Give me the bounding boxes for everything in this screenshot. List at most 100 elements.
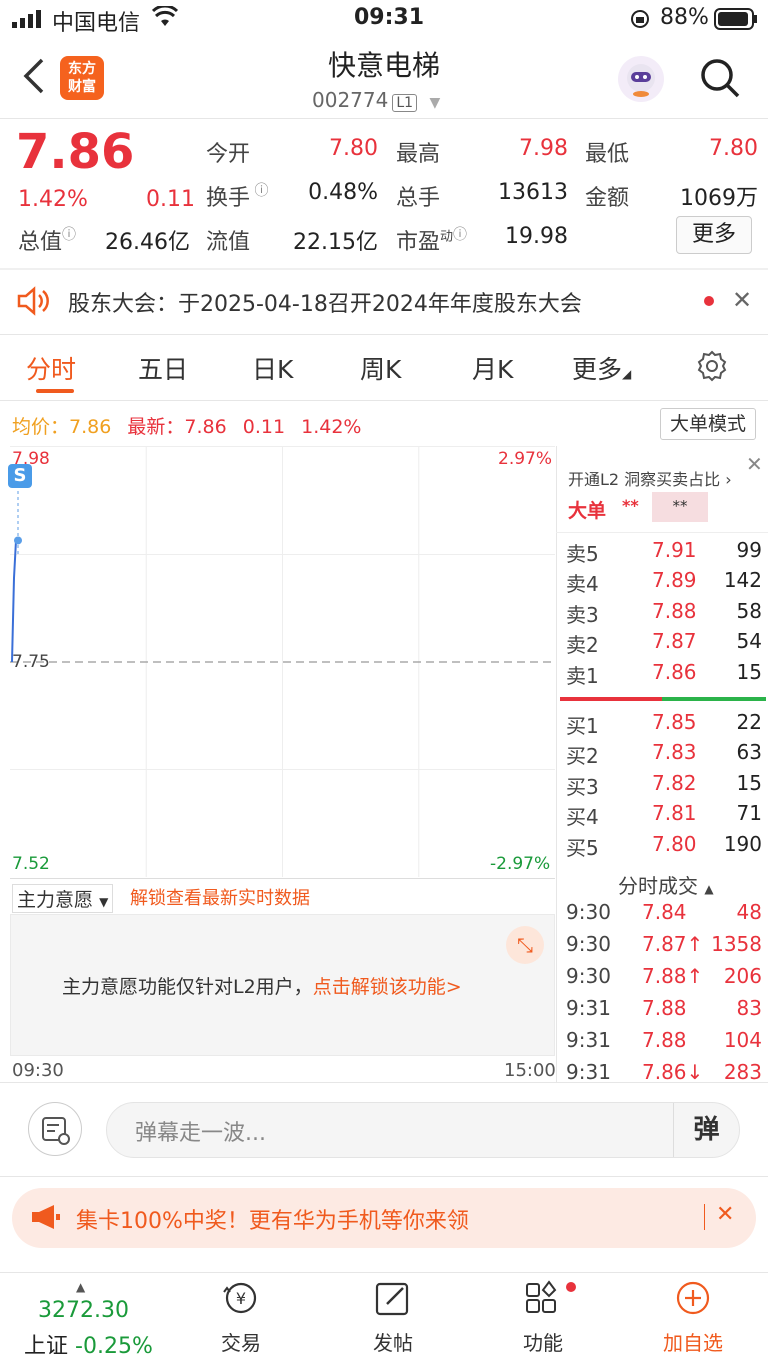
rotation-lock-icon <box>630 9 650 35</box>
info-icon: ⓘ <box>250 183 269 199</box>
trade-time: 9:30 <box>566 932 611 956</box>
danmu-input[interactable]: 弹幕走一波... 弹 <box>106 1102 740 1158</box>
float-value: 22.15亿 <box>293 230 378 255</box>
tab-intraday[interactable]: 分时 <box>26 350 76 386</box>
notification-dot <box>566 1282 576 1292</box>
mktcap-label[interactable]: 总值ⓘ <box>18 224 76 256</box>
ask-row: 卖2 7.87 54 <box>566 629 762 659</box>
danmu-list-icon[interactable] <box>28 1102 82 1156</box>
main-force-message[interactable]: 主力意愿功能仅针对L2用户，点击解锁该功能> <box>62 972 462 999</box>
stock-code: 002774 <box>312 88 389 112</box>
main-force-dropdown[interactable]: 主力意愿 ▼ <box>12 884 114 913</box>
trade-price: 7.88 <box>642 996 687 1020</box>
nav-add-watchlist[interactable]: 加自选 <box>656 1280 730 1356</box>
latest-point <box>14 536 22 545</box>
close-icon[interactable]: ✕ <box>746 452 763 476</box>
pe-value: 19.98 <box>505 224 568 249</box>
intraday-chart[interactable] <box>10 446 555 877</box>
promo-banner[interactable]: 集卡100%中奖！更有华为手机等你来领 ✕ <box>12 1188 756 1248</box>
expand-icon[interactable]: ⤡ <box>506 926 544 964</box>
unread-dot <box>704 296 714 306</box>
more-button[interactable]: 更多 <box>676 216 752 254</box>
battery-icon <box>714 8 758 36</box>
trade-row: 9:30 7.88↑ 206 <box>566 964 762 996</box>
bid-price: 7.80 <box>652 831 697 856</box>
trades-title[interactable]: 分时成交 ▲ <box>618 870 714 899</box>
change-amount: 0.11 <box>146 187 195 212</box>
battery-percent: 88% <box>660 5 709 30</box>
high-value: 7.98 <box>519 136 568 161</box>
trade-time: 9:30 <box>566 900 611 924</box>
turnover-value: 0.48% <box>308 180 378 205</box>
bid-volume: 190 <box>723 831 762 856</box>
ask-price: 7.86 <box>652 659 697 684</box>
trade-row: 9:31 7.88 104 <box>566 1028 762 1060</box>
ask-price: 7.89 <box>652 568 697 593</box>
nav-trade[interactable]: ¥ 交易 <box>210 1280 272 1356</box>
pct-bottom-label: -2.97% <box>490 854 551 874</box>
bid-volume: 15 <box>736 770 762 795</box>
clock: 09:31 <box>354 5 425 30</box>
tab-five-day[interactable]: 五日 <box>138 350 188 386</box>
open-value: 7.80 <box>329 136 378 161</box>
trade-volume: 48 <box>736 900 762 924</box>
turnover-label[interactable]: 换手 ⓘ <box>206 180 268 212</box>
l2-promo-link[interactable]: 开通L2 洞察买卖占比 › <box>568 466 732 490</box>
nav-post[interactable]: 发帖 <box>362 1280 424 1356</box>
ask-volume: 142 <box>723 568 762 593</box>
trade-time: 9:31 <box>566 1028 611 1052</box>
tab-indicator <box>36 389 74 393</box>
stock-code-row[interactable]: 002774 L1 ▼ <box>312 88 440 112</box>
edit-icon <box>375 1282 409 1316</box>
bid-row: 买1 7.85 22 <box>566 710 762 740</box>
tab-weekly-k[interactable]: 周K <box>360 350 401 386</box>
sell-ratio-bar <box>560 697 662 701</box>
index-value[interactable]: 3272.30 <box>38 1298 129 1323</box>
signal-icon <box>12 9 44 34</box>
trade-volume: 83 <box>736 996 762 1020</box>
event-s-icon[interactable]: S <box>8 464 32 488</box>
level-badge: L1 <box>392 94 418 112</box>
bid-label: 买5 <box>566 835 599 860</box>
ask-volume: 58 <box>736 598 762 623</box>
info-icon: ⓘ <box>62 227 77 243</box>
trade-volume: 104 <box>723 1028 762 1052</box>
notice-text[interactable]: 股东大会：于2025-04-18召开2024年年度股东大会 <box>68 286 582 318</box>
index-info[interactable]: 上证 -0.25% <box>24 1328 153 1360</box>
close-icon[interactable]: ✕ <box>732 286 752 314</box>
nav-functions[interactable]: 功能 <box>512 1280 574 1356</box>
amount-label: 金额 <box>585 186 630 211</box>
bid-price: 7.81 <box>652 801 697 826</box>
big-order-label: 大单 <box>568 500 607 522</box>
low-value: 7.80 <box>709 136 758 161</box>
settings-gear-icon[interactable] <box>696 350 728 386</box>
x-start-label: 09:30 <box>12 1060 64 1081</box>
tab-more[interactable]: 更多◢ <box>572 350 631 386</box>
y-bottom-label: 7.52 <box>12 854 50 874</box>
float-label: 流值 <box>206 230 251 255</box>
ask-row: 卖4 7.89 142 <box>566 568 762 598</box>
big-order-mode-button[interactable]: 大单模式 <box>660 408 756 440</box>
bid-volume: 63 <box>736 740 762 765</box>
robot-assistant-icon[interactable] <box>618 56 664 102</box>
bid-price: 7.82 <box>652 770 697 795</box>
search-icon[interactable] <box>698 56 742 104</box>
trade-price: 7.86↓ <box>642 1060 704 1084</box>
tab-monthly-k[interactable]: 月K <box>472 350 513 386</box>
amount-value: 1069万 <box>680 186 758 211</box>
bid-label: 买1 <box>566 714 599 738</box>
trade-time: 9:31 <box>566 996 611 1020</box>
tab-daily-k[interactable]: 日K <box>252 350 293 386</box>
trade-price: 7.87↑ <box>642 932 704 956</box>
close-icon[interactable]: ✕ <box>716 1202 734 1227</box>
price-line <box>11 540 17 663</box>
trade-row: 9:30 7.87↑ 1358 <box>566 932 762 964</box>
pe-label[interactable]: 市盈动ⓘ <box>396 224 467 256</box>
trade-volume: 1358 <box>711 932 762 956</box>
unlock-link[interactable]: 解锁查看最新实时数据 <box>130 884 310 910</box>
trade-price: 7.88 <box>642 1028 687 1052</box>
trade-volume: 283 <box>723 1060 762 1084</box>
bid-row: 买5 7.80 190 <box>566 832 762 862</box>
danmu-toggle-button[interactable]: 弹 <box>673 1103 739 1157</box>
ask-label: 卖4 <box>566 572 599 597</box>
